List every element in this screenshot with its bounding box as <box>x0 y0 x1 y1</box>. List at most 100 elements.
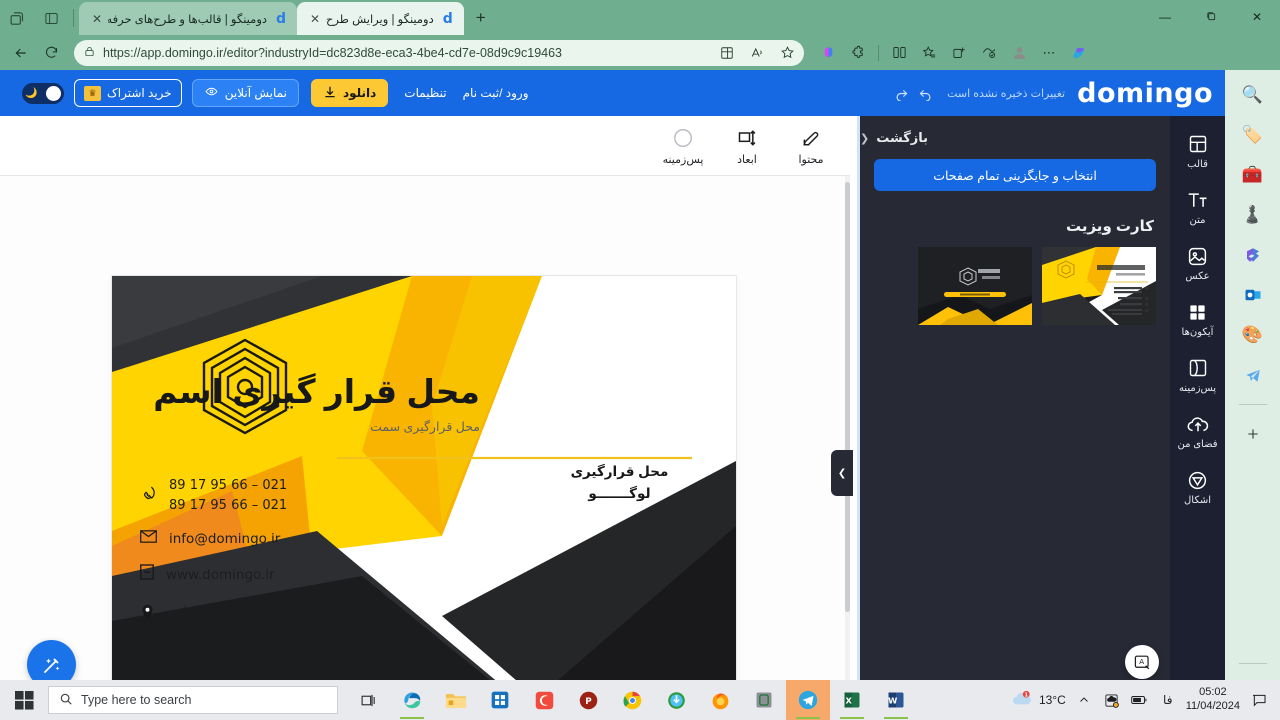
edit-item-content[interactable]: محتوا <box>788 126 834 166</box>
windows-start-icon[interactable] <box>0 680 48 720</box>
template-thumbnail-front[interactable] <box>1042 247 1156 325</box>
taskbar-app-google-chrome[interactable] <box>610 680 654 720</box>
favorite-star-icon[interactable] <box>776 42 798 64</box>
panel-section-title: کارت ویزیت <box>1065 218 1154 235</box>
close-icon[interactable]: ✕ <box>1234 0 1280 33</box>
chevron-up-icon[interactable] <box>1074 690 1094 710</box>
canvas-scroll-thumb[interactable] <box>845 182 850 612</box>
panel-back-button[interactable]: ❮ بازگشت <box>860 116 1170 146</box>
browser-essentials-icon[interactable] <box>975 40 1003 66</box>
shopping-tag-icon[interactable]: 🏷️ <box>1238 122 1268 148</box>
edit-item-dimensions[interactable]: ابعاد <box>724 126 770 166</box>
taskbar-app-microsoft-store[interactable] <box>478 680 522 720</box>
taskbar-app-photoshop-express[interactable]: P <box>566 680 610 720</box>
card-contact-block[interactable]: 021 – 66 95 17 89 021 – 66 95 17 89 info… <box>140 468 510 644</box>
tab-actions-icon[interactable] <box>0 1 34 35</box>
download-button[interactable]: دانلود <box>310 79 389 107</box>
canvas-area[interactable]: محل قرارگیری لوگـــــــو محل قرار گیری ا… <box>0 176 850 680</box>
ai-magic-button[interactable] <box>27 640 76 680</box>
copilot-sidebar-icon[interactable] <box>1065 40 1093 66</box>
browser-toolbar: https://app.domingo.ir/editor?industryId… <box>0 35 1280 70</box>
onedrive-icon[interactable] <box>1102 690 1122 710</box>
extensions-icon[interactable] <box>844 40 872 66</box>
task-view-icon[interactable] <box>346 680 390 720</box>
rail-item-icons[interactable]: آیکون‌ها <box>1171 300 1225 338</box>
weather-temperature: 13°C <box>1038 693 1066 707</box>
panel-resize-edge[interactable] <box>857 116 860 680</box>
dark-mode-toggle[interactable]: 🌙 <box>22 82 64 104</box>
card-address-line2: خیابان فریمان، پلاک 30، طبقه اول <box>192 626 354 639</box>
redo-icon[interactable] <box>889 81 913 105</box>
edit-toolbar: محتوا ابعاد پس‌زمینه <box>0 116 850 176</box>
taskbar-app-microsoft-word[interactable]: W <box>874 680 918 720</box>
add-collection-icon[interactable] <box>945 40 973 66</box>
taskbar-app-telegram[interactable] <box>786 680 830 720</box>
panel-collapse-handle[interactable]: ❯ <box>831 450 853 496</box>
rail-item-myspace[interactable]: فضای من <box>1171 412 1225 450</box>
business-card-canvas[interactable]: محل قرارگیری لوگـــــــو محل قرار گیری ا… <box>112 276 736 680</box>
taskbar-app-camtasia[interactable] <box>522 680 566 720</box>
card-phone-1: 021 – 66 95 17 89 <box>169 478 288 493</box>
rail-item-background[interactable]: پس‌زمینه <box>1171 356 1225 394</box>
new-tab-button[interactable]: + <box>467 4 495 32</box>
taskbar-clock[interactable]: 05:02 11/04/2024 <box>1186 686 1240 714</box>
profile-icon[interactable] <box>1005 40 1033 66</box>
read-aloud-icon[interactable] <box>746 42 768 64</box>
notification-icon[interactable] <box>1248 689 1270 711</box>
browser-tab-2[interactable]: d دومینگو | ویرایش طرح ✕ <box>297 2 464 35</box>
undo-icon[interactable] <box>913 81 937 105</box>
telegram-icon[interactable] <box>1238 362 1268 388</box>
designer-icon[interactable]: 🎨 <box>1238 322 1268 348</box>
collections-icon[interactable] <box>915 40 943 66</box>
panel-back-label: بازگشت <box>876 130 929 145</box>
language-indicator[interactable]: فا <box>1158 690 1178 710</box>
add-icon[interactable] <box>1238 421 1268 447</box>
taskbar-app-microsoft-edge[interactable] <box>390 680 434 720</box>
online-preview-button[interactable]: نمایش آنلاین <box>191 79 299 107</box>
search-icon[interactable]: 🔍 <box>1238 82 1268 108</box>
rail-item-shapes[interactable]: اشکال <box>1171 468 1225 506</box>
tab-list-icon[interactable] <box>34 1 68 35</box>
browser-tab-2-close-icon[interactable]: ✕ <box>304 13 320 25</box>
rail-item-text[interactable]: متن <box>1171 188 1225 226</box>
minimize-icon[interactable]: — <box>1142 0 1188 33</box>
edit-item-background[interactable]: پس‌زمینه <box>660 126 706 166</box>
copilot-icon[interactable] <box>814 40 842 66</box>
replace-all-pages-button[interactable]: انتخاب و جایگزینی تمام صفحات <box>874 159 1156 191</box>
weather-widget[interactable]: 1 13°C <box>1011 690 1066 710</box>
back-icon[interactable] <box>6 39 36 67</box>
taskbar-app-microsoft-excel[interactable]: X <box>830 680 874 720</box>
template-thumbnail-back[interactable] <box>918 247 1032 325</box>
clock-date: 11/04/2024 <box>1185 700 1240 712</box>
split-pane-icon[interactable] <box>885 40 913 66</box>
copilot-image-button[interactable]: A <box>1125 645 1159 679</box>
logo-placeholder[interactable]: محل قرارگیری لوگـــــــو <box>527 461 712 504</box>
taskbar-app-internet-download-manager[interactable] <box>654 680 698 720</box>
rail-item-template[interactable]: قالب <box>1171 132 1225 170</box>
login-link[interactable]: ورود /ثبت نام <box>463 86 529 100</box>
taskbar-search-input[interactable]: Type here to search <box>48 686 338 714</box>
browser-tab-1-close-icon[interactable]: ✕ <box>86 13 102 25</box>
reload-icon[interactable] <box>36 39 66 67</box>
more-icon[interactable]: ⋯ <box>1035 40 1063 66</box>
games-icon[interactable]: ♟️ <box>1238 202 1268 228</box>
microsoft365-icon[interactable] <box>1238 242 1268 268</box>
buy-subscription-button[interactable]: خرید اشتراک ♛ <box>74 79 182 107</box>
taskbar-app-mozilla-firefox[interactable] <box>698 680 742 720</box>
browser-tab-1[interactable]: d دومینگو | قالب‌ها و طرح‌های حرفه‌ای ✕ <box>79 2 297 35</box>
outlook-icon[interactable] <box>1238 282 1268 308</box>
logo-placeholder-line2: لوگـــــــو <box>588 485 651 501</box>
card-address-line1: تهران، میدان فلسطین، خیابان طالقانی، <box>167 605 354 618</box>
canvas-scrollbar[interactable] <box>845 176 850 680</box>
battery-icon[interactable] <box>1130 690 1150 710</box>
rail-item-image[interactable]: عکس <box>1171 244 1225 282</box>
taskbar-app-notepad-app[interactable] <box>742 680 786 720</box>
taskbar-app-file-explorer[interactable] <box>434 680 478 720</box>
domingo-logo[interactable]: domingo <box>1077 80 1213 107</box>
tools-icon[interactable]: 🧰 <box>1238 162 1268 188</box>
maximize-icon[interactable] <box>1188 0 1234 33</box>
card-name-block[interactable]: محل قرار گیری اسم محل قرارگیری سمت <box>112 371 706 434</box>
settings-link[interactable]: تنظیمات <box>404 86 446 100</box>
address-bar[interactable]: https://app.domingo.ir/editor?industryId… <box>74 39 804 66</box>
split-screen-icon[interactable] <box>716 42 738 64</box>
